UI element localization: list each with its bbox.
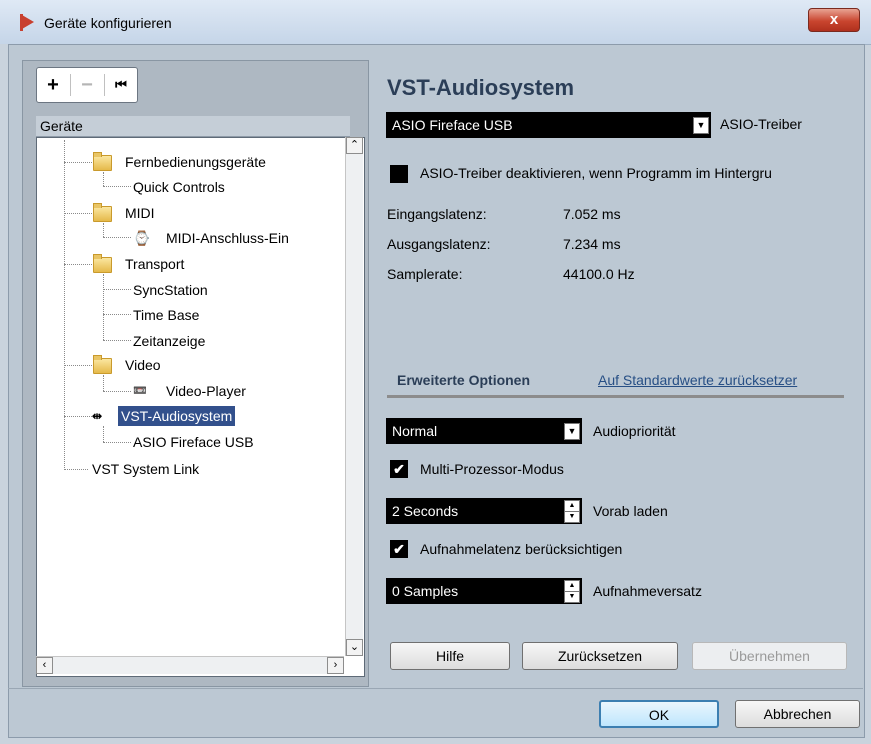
tree-vertical-scrollbar[interactable]: ⌃ ⌄ bbox=[345, 137, 363, 656]
multiprocessor-label: Multi-Prozessor-Modus bbox=[420, 461, 564, 477]
tree-item-zeitanzeige[interactable]: Zeitanzeige bbox=[133, 331, 205, 351]
tree-item-midi-anschluss[interactable]: MIDI-Anschluss-Ein bbox=[166, 228, 289, 248]
tab-advanced-options[interactable]: Erweiterte Optionen bbox=[397, 372, 530, 388]
preload-stepper[interactable]: 2 Seconds ▲ ▼ bbox=[386, 498, 582, 524]
footer-divider bbox=[8, 688, 863, 689]
deactivate-driver-checkbox[interactable] bbox=[390, 165, 408, 183]
tree-connector bbox=[103, 340, 131, 341]
tree-connector bbox=[103, 186, 131, 187]
tree-column-header[interactable]: Geräte bbox=[36, 116, 350, 137]
record-offset-label: Aufnahmeversatz bbox=[593, 583, 702, 599]
tree-connector bbox=[103, 274, 104, 340]
tree-connector bbox=[103, 223, 104, 237]
scroll-down-icon[interactable]: ⌄ bbox=[346, 639, 363, 656]
audio-priority-select[interactable]: Normal ▼ bbox=[386, 418, 582, 444]
tree-item-time-base[interactable]: Time Base bbox=[133, 305, 199, 325]
audio-system-icon: ⇹ bbox=[92, 409, 103, 423]
record-offset-value: 0 Samples bbox=[392, 583, 459, 599]
dialog-window: Geräte konfigurieren x + − ⏮ Geräte Fern… bbox=[0, 0, 871, 744]
input-latency-value: 7.052 ms bbox=[563, 206, 621, 222]
scroll-right-icon[interactable]: › bbox=[327, 657, 344, 674]
tree-item-video-player[interactable]: Video-Player bbox=[166, 381, 246, 401]
tree-connector bbox=[103, 237, 131, 238]
record-latency-label: Aufnahmelatenz berücksichtigen bbox=[420, 541, 623, 557]
tree-item-transport[interactable]: Transport bbox=[125, 254, 184, 274]
audio-priority-label: Audiopriorität bbox=[593, 423, 676, 439]
tree-connector bbox=[103, 391, 131, 392]
folder-icon bbox=[93, 151, 112, 171]
window-edge bbox=[0, 44, 8, 744]
tree-connector bbox=[103, 426, 104, 442]
tree-connector bbox=[64, 365, 92, 366]
tree-connector bbox=[64, 213, 92, 214]
asio-driver-select[interactable]: ASIO Fireface USB ▼ bbox=[386, 112, 711, 138]
chevron-down-icon: ▼ bbox=[693, 117, 709, 134]
tree-connector bbox=[64, 416, 92, 417]
cancel-button[interactable]: Abbrechen bbox=[735, 700, 860, 728]
audio-priority-value: Normal bbox=[392, 423, 438, 439]
ok-button[interactable]: OK bbox=[599, 700, 719, 728]
asio-driver-label: ASIO-Treiber bbox=[720, 116, 802, 132]
tree-connector bbox=[103, 172, 104, 186]
tree-item-vst-system-link[interactable]: VST System Link bbox=[92, 459, 199, 479]
chevron-down-icon: ▼ bbox=[564, 423, 580, 440]
reset-device-button[interactable]: ⏮ bbox=[105, 68, 137, 102]
output-latency-label: Ausgangslatenz: bbox=[387, 236, 491, 252]
add-device-button[interactable]: + bbox=[37, 68, 69, 102]
tree-item-fernbedienungsgeraete[interactable]: Fernbedienungsgeräte bbox=[125, 152, 266, 172]
tree-connector bbox=[64, 264, 92, 265]
tree-item-midi[interactable]: MIDI bbox=[125, 203, 155, 223]
spin-down-icon[interactable]: ▼ bbox=[564, 591, 580, 603]
close-button[interactable]: x bbox=[808, 8, 860, 32]
input-latency-label: Eingangslatenz: bbox=[387, 206, 487, 222]
reset-defaults-link[interactable]: Auf Standardwerte zurücksetzer bbox=[598, 372, 797, 388]
samplerate-value: 44100.0 Hz bbox=[563, 266, 635, 282]
asio-driver-value: ASIO Fireface USB bbox=[392, 117, 513, 133]
remove-device-button[interactable]: − bbox=[71, 68, 103, 102]
tree-connector bbox=[64, 140, 65, 470]
page-title: VST-Audiosystem bbox=[387, 75, 575, 100]
tree-horizontal-scrollbar[interactable]: ‹ › bbox=[36, 656, 344, 674]
midi-port-icon: ⌚ bbox=[133, 230, 151, 246]
deactivate-driver-label: ASIO-Treiber deaktivieren, wenn Programm… bbox=[420, 165, 772, 181]
tree-item-quick-controls[interactable]: Quick Controls bbox=[133, 177, 225, 197]
folder-icon bbox=[93, 253, 112, 273]
folder-icon bbox=[93, 354, 112, 374]
app-logo-icon bbox=[22, 15, 34, 29]
section-divider bbox=[387, 395, 844, 398]
scroll-up-icon[interactable]: ⌃ bbox=[346, 137, 363, 154]
record-latency-checkbox[interactable]: ✔ bbox=[390, 540, 408, 558]
record-offset-stepper[interactable]: 0 Samples ▲ ▼ bbox=[386, 578, 582, 604]
tree-item-asio-fireface[interactable]: ASIO Fireface USB bbox=[133, 432, 254, 452]
tree-connector bbox=[103, 375, 104, 391]
apply-button[interactable]: Übernehmen bbox=[692, 642, 847, 670]
tree-connector bbox=[103, 442, 131, 443]
reset-button[interactable]: Zurücksetzen bbox=[522, 642, 678, 670]
spin-down-icon[interactable]: ▼ bbox=[564, 511, 580, 523]
tree-toolbar: + − ⏮ bbox=[36, 67, 138, 103]
tree-connector bbox=[103, 289, 131, 290]
video-player-icon: 📼 bbox=[133, 385, 147, 397]
preload-value: 2 Seconds bbox=[392, 503, 459, 519]
scroll-left-icon[interactable]: ‹ bbox=[36, 657, 53, 674]
help-button[interactable]: Hilfe bbox=[390, 642, 510, 670]
tree-item-vst-audiosystem[interactable]: VST-Audiosystem bbox=[118, 406, 236, 426]
preload-label: Vorab laden bbox=[593, 503, 668, 519]
window-title: Geräte konfigurieren bbox=[44, 15, 172, 31]
tree-connector bbox=[64, 469, 88, 470]
folder-icon bbox=[93, 202, 112, 222]
tree-item-video[interactable]: Video bbox=[125, 355, 161, 375]
samplerate-label: Samplerate: bbox=[387, 266, 463, 282]
tree-connector bbox=[103, 314, 131, 315]
title-bar[interactable]: Geräte konfigurieren x bbox=[0, 0, 871, 45]
tree-item-syncstation[interactable]: SyncStation bbox=[133, 280, 208, 300]
multiprocessor-checkbox[interactable]: ✔ bbox=[390, 460, 408, 478]
output-latency-value: 7.234 ms bbox=[563, 236, 621, 252]
tree-connector bbox=[64, 162, 92, 163]
